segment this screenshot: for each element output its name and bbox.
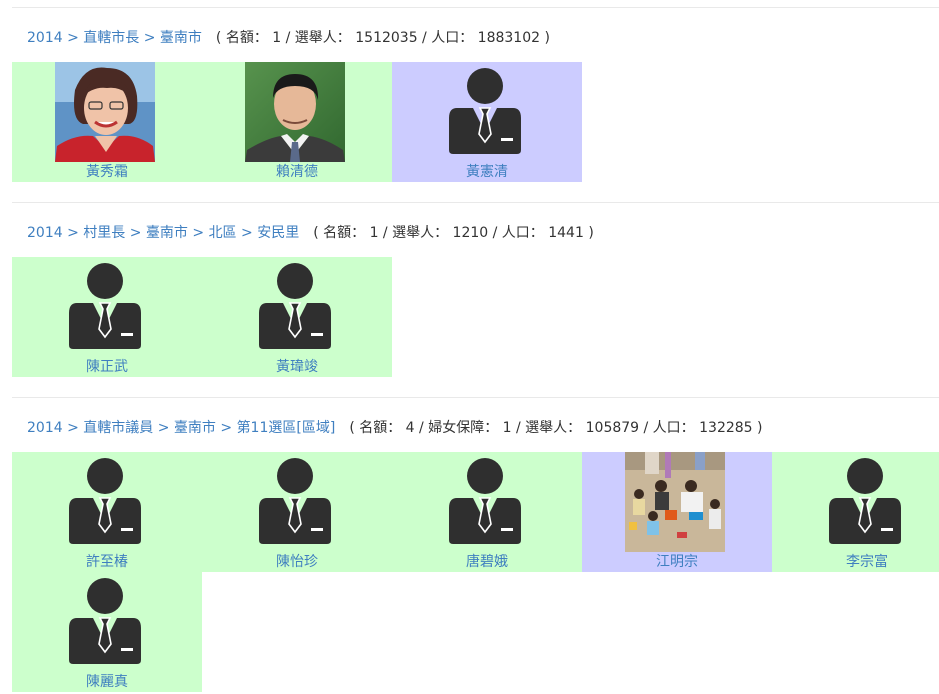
crumb-election-type[interactable]: 直轄市長: [83, 30, 139, 46]
candidate-card[interactable]: 許至椿: [12, 452, 202, 572]
election-breadcrumb: 2014 > 村里長 > 臺南市 > 北區 > 安民里( 名額： 1 / 選舉人…: [27, 225, 594, 241]
crumb-year[interactable]: 2014: [27, 420, 63, 436]
person-silhouette-icon: [449, 458, 521, 544]
candidate-name[interactable]: 黃瑋竣: [202, 358, 392, 376]
person-silhouette-icon: [259, 263, 331, 349]
candidate-card[interactable]: 黃瑋竣: [202, 257, 392, 377]
crumb-district[interactable]: 北區: [209, 225, 237, 241]
section-divider: [12, 7, 939, 8]
person-silhouette-icon: [69, 458, 141, 544]
candidate-photo: [245, 62, 345, 162]
candidate-name[interactable]: 陳正武: [12, 358, 202, 376]
candidate-name[interactable]: 江明宗: [582, 553, 772, 571]
crumb-constituency[interactable]: 第11選區[區域]: [237, 420, 336, 436]
crumb-region[interactable]: 臺南市: [146, 225, 188, 241]
person-silhouette-icon: [449, 68, 521, 154]
candidate-card[interactable]: 唐碧娥: [392, 452, 582, 572]
election-breadcrumb: 2014 > 直轄市長 > 臺南市( 名額： 1 / 選舉人： 1512035 …: [27, 30, 550, 46]
candidate-name[interactable]: 李宗富: [772, 553, 939, 571]
crumb-village[interactable]: 安民里: [257, 225, 299, 241]
election-stats: ( 名額： 1 / 選舉人： 1512035 / 人口： 1883102 ): [215, 30, 550, 46]
person-silhouette-icon: [69, 263, 141, 349]
candidate-card[interactable]: 賴清德: [202, 62, 392, 182]
election-breadcrumb: 2014 > 直轄市議員 > 臺南市 > 第11選區[區域]( 名額： 4 / …: [27, 420, 763, 436]
crumb-election-type[interactable]: 村里長: [83, 225, 125, 241]
candidate-card[interactable]: 陳怡珍: [202, 452, 392, 572]
candidate-name[interactable]: 唐碧娥: [392, 553, 582, 571]
candidate-name[interactable]: 許至椿: [12, 553, 202, 571]
candidate-card[interactable]: 陳正武: [12, 257, 202, 377]
crumb-region[interactable]: 臺南市: [174, 420, 216, 436]
candidate-card[interactable]: 黃秀霜: [12, 62, 202, 182]
person-silhouette-icon: [829, 458, 901, 544]
candidate-name[interactable]: 黃秀霜: [12, 163, 202, 181]
election-stats: ( 名額： 1 / 選舉人： 1210 / 人口： 1441 ): [313, 225, 594, 241]
candidate-card[interactable]: 李宗富: [772, 452, 939, 572]
section-divider: [12, 397, 939, 398]
candidate-card[interactable]: 黃憲清: [392, 62, 582, 182]
crumb-region[interactable]: 臺南市: [160, 30, 202, 46]
section-divider: [12, 202, 939, 203]
election-stats: ( 名額： 4 / 婦女保障： 1 / 選舉人： 105879 / 人口： 13…: [349, 420, 763, 436]
crumb-election-type[interactable]: 直轄市議員: [83, 420, 153, 436]
crumb-year[interactable]: 2014: [27, 225, 63, 241]
candidate-name[interactable]: 陳麗真: [12, 673, 202, 691]
candidate-photo: [55, 62, 155, 162]
crumb-year[interactable]: 2014: [27, 30, 63, 46]
candidate-name[interactable]: 陳怡珍: [202, 553, 392, 571]
candidate-name[interactable]: 賴清德: [202, 163, 392, 181]
person-silhouette-icon: [69, 578, 141, 664]
candidate-card[interactable]: 陳麗真: [12, 572, 202, 692]
candidate-card[interactable]: 江明宗: [582, 452, 772, 572]
candidate-photo: [625, 452, 725, 552]
candidate-name[interactable]: 黃憲清: [392, 163, 582, 181]
person-silhouette-icon: [259, 458, 331, 544]
